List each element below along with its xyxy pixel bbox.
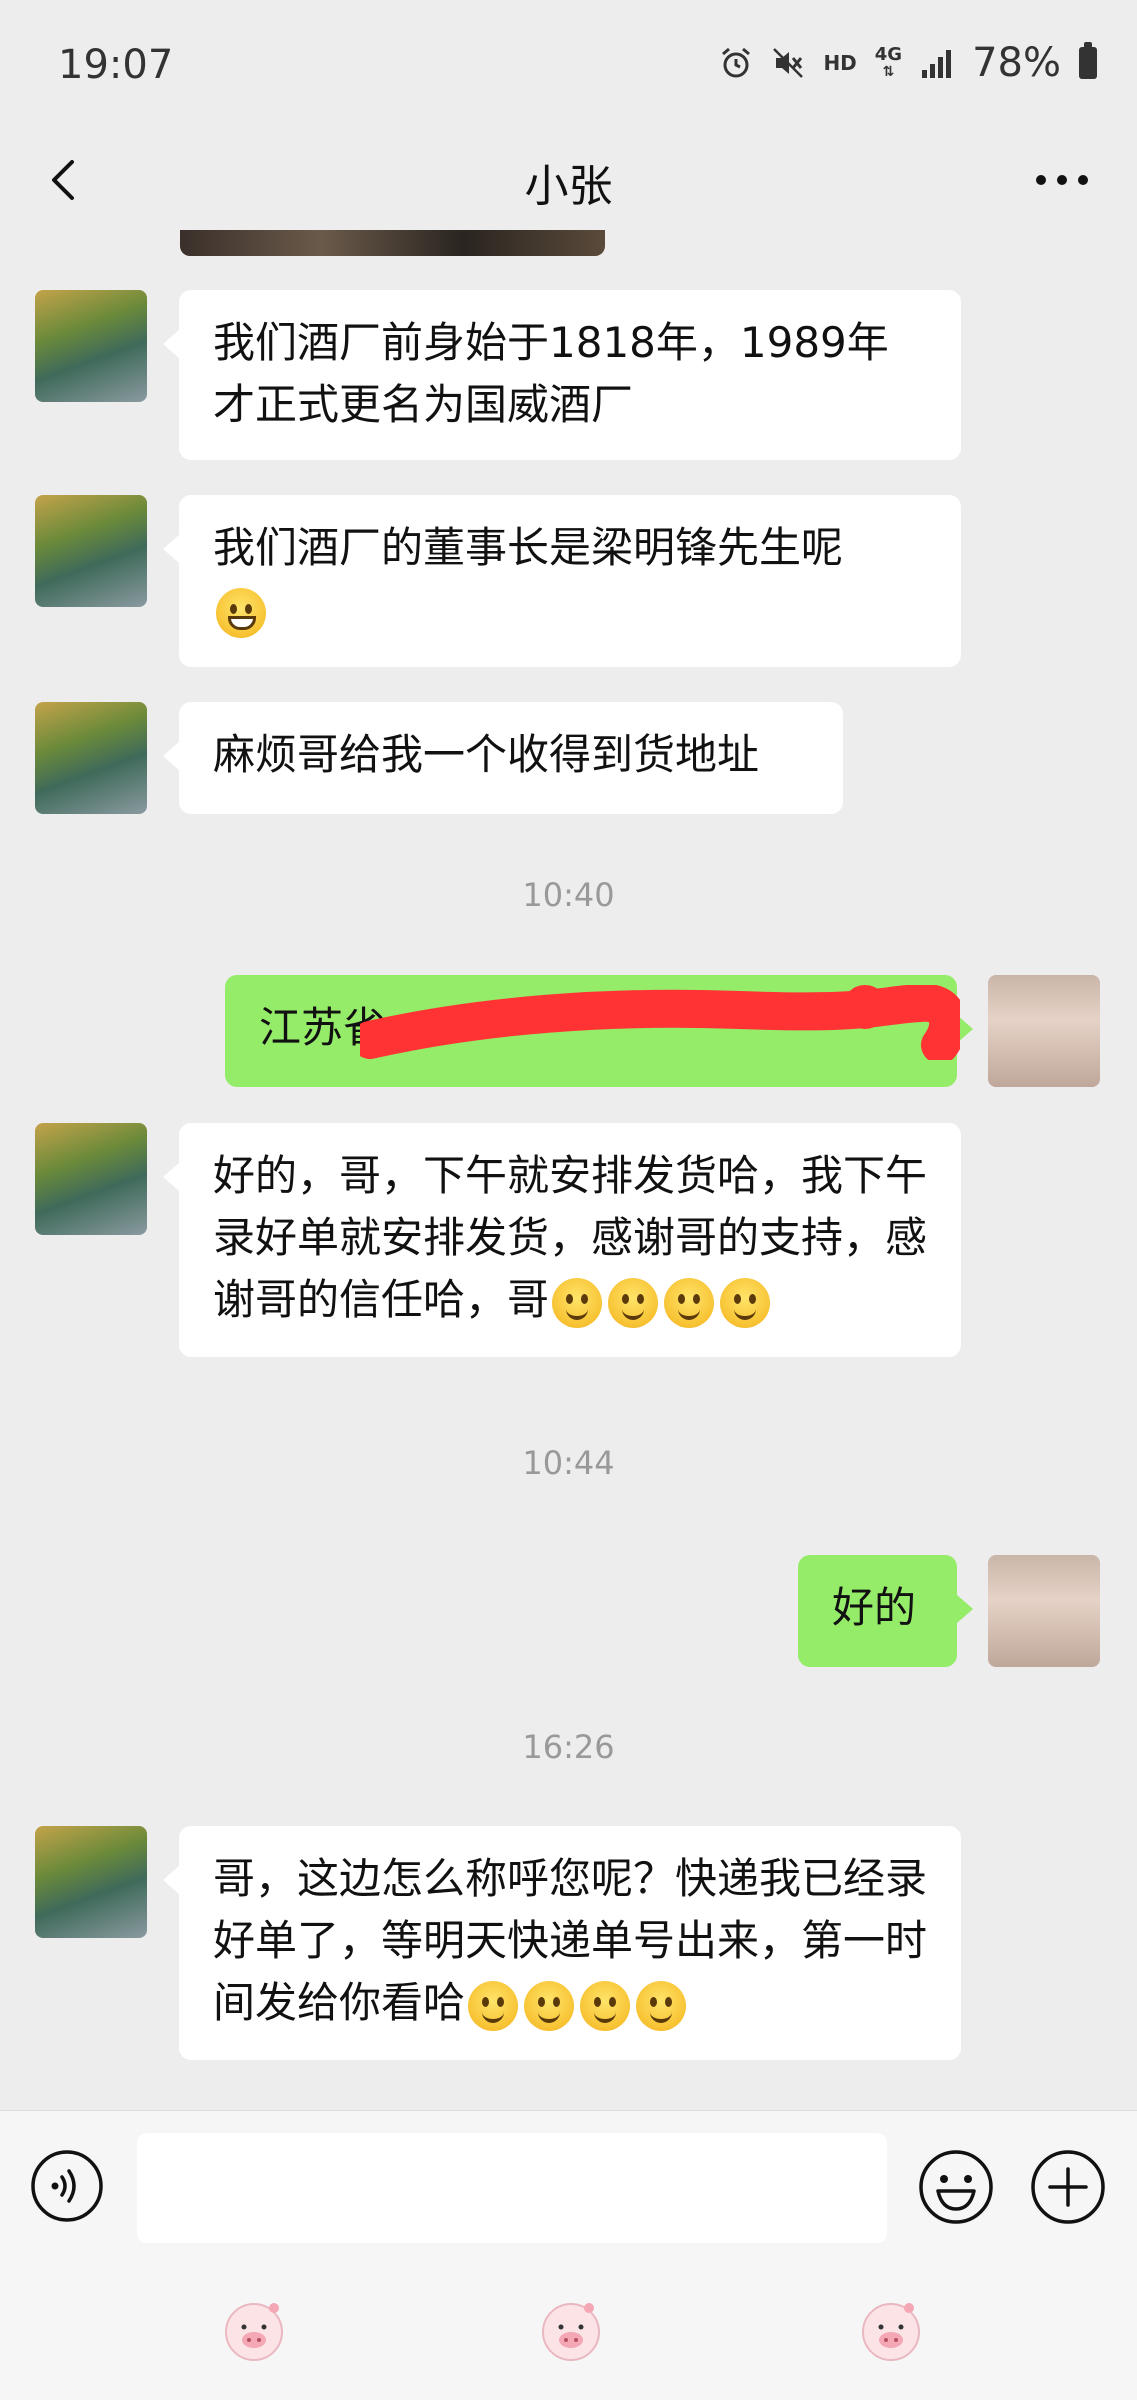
smile-emoji-icon [608,1277,659,1328]
image-message-partial[interactable] [180,230,605,256]
timestamp: 10:44 [522,1444,615,1482]
status-bar: 19:07 HD 4G ⇅ 78% [0,0,1137,130]
smile-emoji-icon [664,1277,715,1328]
chat-header: 小张 [0,130,1137,230]
contact-avatar[interactable] [35,1123,147,1235]
message-input[interactable] [137,2133,887,2243]
message-bubble[interactable]: 我们酒厂前身始于1818年，1989年才正式更名为国威酒厂 [163,290,961,460]
voice-icon[interactable] [30,2149,104,2223]
contact-avatar[interactable] [35,290,147,402]
smile-emoji-icon [552,1277,603,1328]
smile-emoji-icon [636,1980,687,2031]
network-indicator: 4G ⇅ [874,43,903,80]
smile-emoji-icon [524,1980,575,2031]
contact-avatar[interactable] [35,495,147,607]
timestamp: 10:40 [522,876,615,914]
user-avatar[interactable] [988,975,1100,1087]
input-bar [0,2110,1137,2261]
network-type: 4G [874,43,903,65]
contact-avatar[interactable] [35,1826,147,1938]
contact-avatar[interactable] [35,702,147,814]
plus-icon[interactable] [1030,2149,1106,2225]
message-text: 我们酒厂的董事长是梁明锋先生呢 [213,523,844,572]
battery-percent: 78% [972,40,1061,86]
pig-sticker-icon[interactable] [218,2294,290,2366]
message-bubble[interactable]: 我们酒厂的董事长是梁明锋先生呢 [163,495,961,667]
message-list[interactable]: 我们酒厂前身始于1818年，1989年才正式更名为国威酒厂 我们酒厂的董事长是梁… [0,230,1137,2110]
pig-sticker-icon[interactable] [855,2294,927,2366]
smile-emoji-icon [468,1980,519,2031]
message-bubble[interactable]: 哥，这边怎么称呼您呢？快递我已经录好单了，等明天快递单号出来，第一时间发给你看哈 [163,1826,961,2060]
chat-title: 小张 [524,161,613,212]
redaction-scribble [360,985,960,1060]
alarm-icon [722,47,751,78]
smile-emoji-icon [580,1980,631,2031]
pig-sticker-icon[interactable] [535,2294,607,2366]
mute-icon [773,48,804,78]
battery-icon [1079,42,1097,79]
message-bubble[interactable]: 麻烦哥给我一个收得到货地址 [163,702,843,814]
smile-emoji-icon [720,1277,771,1328]
status-time: 19:07 [58,42,174,88]
grin-emoji-icon [216,587,266,638]
hd-indicator: HD [823,51,857,75]
emoji-icon[interactable] [918,2149,994,2225]
message-text: 麻烦哥给我一个收得到货地址 [213,730,760,779]
message-text: 我们酒厂前身始于1818年，1989年才正式更名为国威酒厂 [213,318,889,429]
more-dots-icon[interactable] [1027,150,1097,210]
timestamp: 16:26 [522,1728,615,1766]
signal-icon [922,50,952,78]
message-bubble-self[interactable]: 好的 [798,1555,973,1667]
status-icons: HD 4G ⇅ 78% [719,40,1097,86]
message-bubble[interactable]: 好的，哥，下午就安排发货哈，我下午录好单就安排发货，感谢哥的支持，感谢哥的信任哈… [163,1123,961,1357]
sticker-suggestions [0,2260,1137,2400]
message-text: 好的 [832,1583,917,1632]
user-avatar[interactable] [988,1555,1100,1667]
